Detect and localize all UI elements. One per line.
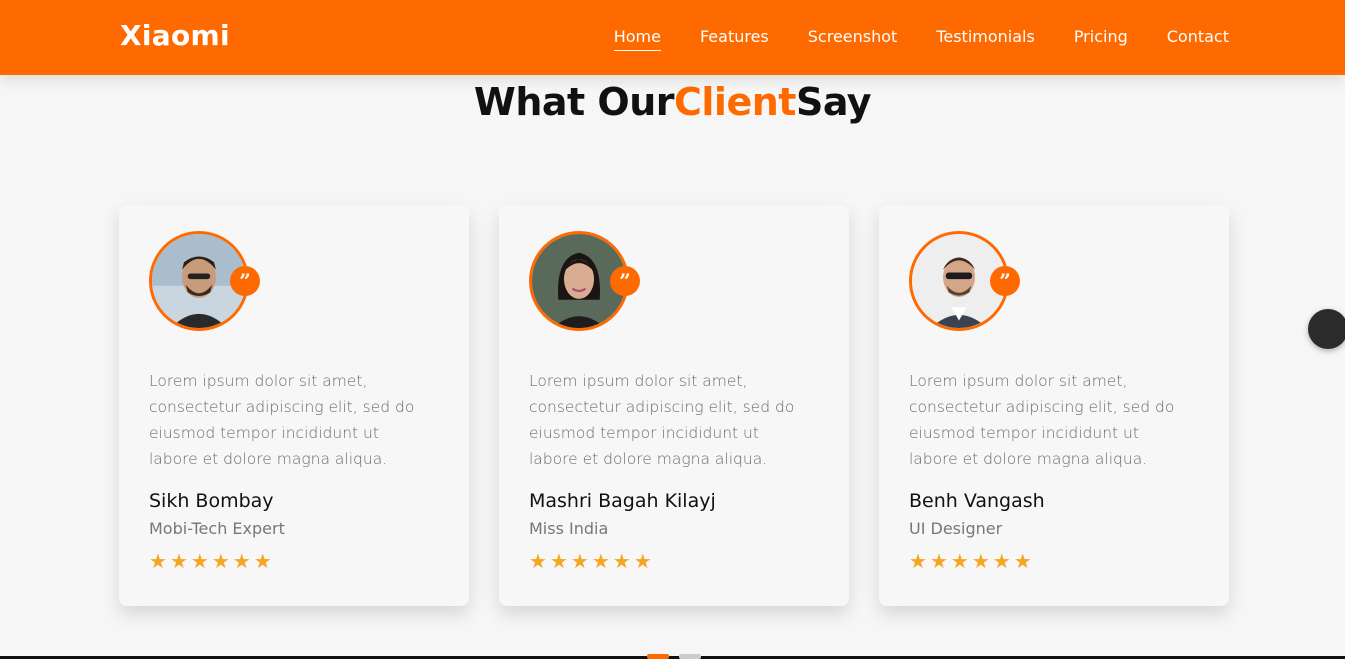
rating-stars: ★ ★ ★ ★ ★ ★: [149, 551, 272, 571]
brand-logo[interactable]: Xiaomi: [120, 19, 230, 52]
star-icon: ★: [169, 549, 188, 573]
rating-stars: ★ ★ ★ ★ ★ ★: [529, 551, 652, 571]
nav-link-testimonials[interactable]: Testimonials: [936, 27, 1035, 51]
section-title: What OurClientSay: [0, 80, 1345, 124]
quote-icon: ”: [610, 266, 640, 296]
title-pre: What Our: [473, 80, 675, 124]
star-icon: ★: [549, 549, 568, 573]
star-icon: ★: [529, 549, 547, 573]
star-icon: ★: [190, 549, 209, 573]
carousel-dots: [647, 654, 701, 659]
star-icon: ★: [971, 549, 990, 573]
title-accent: Client: [674, 80, 796, 124]
carousel-dot[interactable]: [647, 654, 669, 659]
client-role: Miss India: [529, 519, 609, 538]
nav-link-pricing[interactable]: Pricing: [1074, 27, 1128, 51]
client-role: Mobi-Tech Expert: [149, 519, 285, 538]
star-icon: ★: [232, 549, 251, 573]
quote-icon: ”: [230, 266, 260, 296]
client-name: Benh Vangash: [909, 490, 1045, 512]
testimonial-text: Lorem ipsum dolor sit amet, consectetur …: [909, 372, 1175, 468]
client-name: Sikh Bombay: [149, 490, 274, 512]
star-icon: ★: [992, 549, 1011, 573]
star-icon: ★: [909, 549, 927, 573]
carousel-dot[interactable]: [679, 654, 701, 659]
star-icon: ★: [211, 549, 230, 573]
star-icon: ★: [612, 549, 631, 573]
star-icon: ★: [950, 549, 969, 573]
star-icon: ★: [633, 549, 652, 573]
testimonial-text: Lorem ipsum dolor sit amet, consectetur …: [529, 372, 795, 468]
testimonial-card: ” Lorem ipsum dolor sit amet, consectetu…: [119, 205, 469, 606]
star-icon: ★: [253, 549, 272, 573]
star-icon: ★: [591, 549, 610, 573]
floating-action-button[interactable]: [1308, 309, 1345, 349]
star-icon: ★: [929, 549, 948, 573]
rating-stars: ★ ★ ★ ★ ★ ★: [909, 551, 1032, 571]
client-role: UI Designer: [909, 519, 1003, 538]
nav-link-home[interactable]: Home: [613, 27, 661, 51]
quote-icon: ”: [990, 266, 1020, 296]
testimonial-card: ” Lorem ipsum dolor sit amet, consectetu…: [499, 205, 849, 606]
testimonial-text: Lorem ipsum dolor sit amet, consectetur …: [149, 372, 415, 468]
navbar: Xiaomi Home Features Screenshot Testimon…: [0, 0, 1345, 75]
nav-link-screenshot[interactable]: Screenshot: [808, 27, 898, 51]
star-icon: ★: [149, 549, 167, 573]
client-name: Mashri Bagah Kilayj: [529, 490, 716, 512]
star-icon: ★: [570, 549, 589, 573]
nav-menu: Home Features Screenshot Testimonials Pr…: [613, 27, 1229, 51]
nav-link-contact[interactable]: Contact: [1167, 27, 1229, 51]
nav-link-features[interactable]: Features: [700, 27, 769, 51]
star-icon: ★: [1013, 549, 1032, 573]
testimonial-card: ” Lorem ipsum dolor sit amet, consectetu…: [879, 205, 1229, 606]
title-post: Say: [795, 80, 872, 124]
